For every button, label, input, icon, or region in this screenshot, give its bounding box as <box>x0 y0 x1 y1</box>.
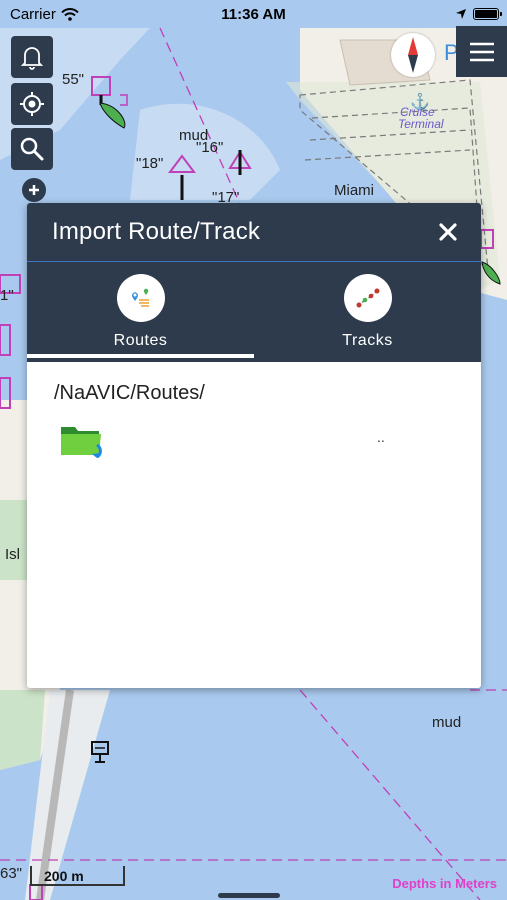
tab-label: Routes <box>113 332 168 349</box>
compass-button[interactable] <box>391 33 435 77</box>
place-label: Isl <box>5 546 20 563</box>
compass-icon <box>408 37 418 73</box>
search-icon <box>20 137 44 161</box>
tab-routes[interactable]: Routes <box>27 262 254 362</box>
scale-label: 200 m <box>44 868 84 884</box>
import-route-track-dialog: Import Route/Track Routes Tracks /NaAVIC… <box>27 203 481 688</box>
place-label: Terminal <box>398 117 444 131</box>
status-bar: Carrier 11:36 AM <box>0 0 507 28</box>
place-label: Miami <box>334 182 374 199</box>
file-name: .. <box>377 429 385 445</box>
folder-up-icon <box>61 427 102 459</box>
tab-label: Tracks <box>342 332 393 349</box>
depth-label: "18" <box>136 155 163 172</box>
battery-icon <box>473 8 502 20</box>
depth-label: "16" <box>196 139 223 156</box>
current-path: /NaAVIC/Routes/ <box>54 382 205 404</box>
plus-icon <box>29 185 39 195</box>
dialog-header: Import Route/Track <box>27 203 481 262</box>
depth-label: 63" <box>0 865 22 882</box>
menu-button[interactable] <box>456 26 507 77</box>
route-icon <box>116 274 165 322</box>
dialog-title: Import Route/Track <box>52 218 261 245</box>
hamburger-icon <box>469 42 494 61</box>
depth-label: 1" <box>0 287 14 304</box>
locate-button[interactable] <box>11 83 53 125</box>
alarm-button[interactable] <box>11 36 53 78</box>
home-indicator <box>218 893 280 898</box>
zoom-in-button[interactable] <box>22 178 46 202</box>
depth-units-label: Depths in Meters <box>392 876 497 891</box>
bell-icon <box>20 47 44 70</box>
close-icon <box>439 223 457 241</box>
depth-label: 55" <box>62 71 84 88</box>
track-icon <box>343 274 392 322</box>
list-item[interactable]: .. <box>27 405 481 461</box>
tab-tracks[interactable]: Tracks <box>254 262 481 362</box>
selected-tab-indicator <box>27 354 254 358</box>
search-button[interactable] <box>11 128 53 170</box>
tab-bar: Routes Tracks <box>27 262 481 362</box>
seabed-label: mud <box>432 714 461 731</box>
clock: 11:36 AM <box>221 5 286 23</box>
crosshair-icon <box>20 92 44 116</box>
close-button[interactable] <box>423 203 473 261</box>
